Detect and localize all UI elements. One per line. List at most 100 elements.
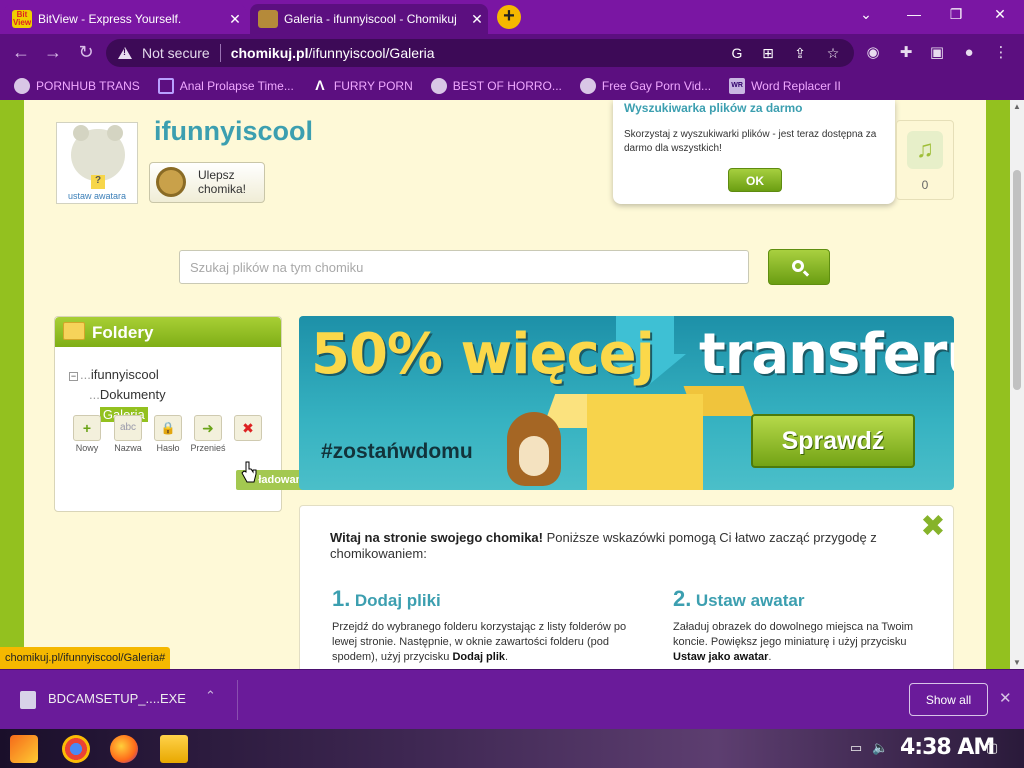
bookmark-item[interactable]: Anal Prolapse Time... bbox=[157, 78, 294, 94]
search-input[interactable] bbox=[179, 250, 749, 284]
bookmark-item[interactable]: BEST OF HORRO... bbox=[430, 78, 562, 94]
tab-chomikuj[interactable]: Galeria - ifunnyiscool - Chomikuj ✕ bbox=[250, 4, 488, 34]
translate-icon[interactable]: ⊞ bbox=[758, 43, 778, 63]
scroll-up-icon[interactable]: ▲ bbox=[1013, 102, 1021, 111]
notification-icon[interactable]: ▢ bbox=[984, 740, 1000, 756]
share-icon[interactable]: ⇪ bbox=[790, 43, 810, 63]
avatar[interactable]: ? ustaw awatara bbox=[56, 122, 138, 204]
close-icon[interactable]: ✕ bbox=[224, 11, 246, 28]
plus-icon: + bbox=[82, 420, 92, 436]
welcome-panel: ✖ Witaj na stronie swojego chomika! Poni… bbox=[299, 505, 954, 669]
upgrade-badge-icon bbox=[156, 167, 186, 197]
popup-body: Skorzystaj z wyszukiwarki plików - jest … bbox=[624, 129, 877, 154]
scrollbar[interactable]: ▲ ▼ bbox=[1010, 100, 1024, 669]
rename-abc-icon: abc bbox=[119, 422, 137, 433]
rename-button[interactable]: abc bbox=[114, 415, 142, 441]
folder-item-dokumenty[interactable]: ...Dokumenty bbox=[69, 385, 166, 405]
file-icon bbox=[20, 691, 36, 709]
close-icon[interactable]: ✖ bbox=[920, 512, 946, 542]
page-content: ? ustaw awatara ifunnyiscool Ulepsz chomi… bbox=[24, 100, 986, 669]
network-icon[interactable]: ▭ bbox=[848, 740, 864, 756]
firefox-icon[interactable] bbox=[110, 735, 138, 763]
delete-x-icon: ✖ bbox=[242, 420, 254, 436]
bookmark-item[interactable]: WR Word Replacer II bbox=[729, 78, 841, 94]
chomikuj-icon bbox=[258, 10, 278, 28]
bookmark-star-icon[interactable]: ☆ bbox=[823, 43, 843, 63]
check-offer-button[interactable]: Sprawdź bbox=[751, 414, 915, 468]
google-icon[interactable]: G bbox=[727, 43, 747, 63]
chevron-up-icon[interactable]: ⌃ bbox=[205, 688, 216, 704]
scrollbar-thumb[interactable] bbox=[1013, 170, 1021, 390]
clock[interactable]: 4:38 AM bbox=[900, 735, 995, 760]
upgrade-button[interactable]: Ulepsz chomika! bbox=[149, 162, 265, 203]
search-icon bbox=[792, 260, 804, 272]
back-icon[interactable]: ← bbox=[10, 42, 32, 64]
tab-strip: Bit View BitView - Express Yourself. ✕ G… bbox=[0, 0, 1024, 34]
url-text: chomikuj.pl/ifunnyiscool/Galeria bbox=[230, 45, 435, 61]
close-icon[interactable]: ✕ bbox=[999, 689, 1012, 707]
banner-headline-right: transferu! bbox=[699, 322, 954, 387]
extensions-puzzle-icon[interactable]: ✚ bbox=[895, 42, 917, 64]
search-promo-popup: Wyszukiwarka plików za darmo Skorzystaj … bbox=[613, 100, 895, 204]
show-all-button[interactable]: Show all bbox=[909, 683, 988, 716]
promo-banner[interactable]: 50% więcej transferu! #zostańwdomu Spraw… bbox=[299, 316, 954, 490]
start-button[interactable] bbox=[10, 735, 38, 763]
side-panel-icon[interactable]: ▣ bbox=[926, 42, 948, 64]
set-avatar-link[interactable]: ustaw awatara bbox=[60, 191, 134, 201]
window-close-icon[interactable]: ✕ bbox=[986, 6, 1014, 23]
divider bbox=[219, 44, 221, 62]
music-stat-box[interactable]: ♫ 0 bbox=[896, 120, 954, 200]
forward-icon[interactable]: → bbox=[42, 42, 64, 64]
restore-icon[interactable]: ❐ bbox=[942, 6, 970, 23]
browser-toolbar: ← → ↻ Not secure chomikuj.pl/ifunnyiscoo… bbox=[0, 34, 1024, 72]
chrome-icon[interactable] bbox=[62, 735, 90, 763]
tab-bitview[interactable]: Bit View BitView - Express Yourself. ✕ bbox=[4, 4, 246, 34]
popup-title: Wyszukiwarka plików za darmo bbox=[624, 101, 803, 115]
scroll-down-icon[interactable]: ▼ bbox=[1013, 658, 1021, 667]
bear-icon bbox=[579, 78, 596, 94]
move-button[interactable]: ➜ bbox=[194, 415, 222, 441]
new-tab-button[interactable]: + bbox=[497, 5, 521, 29]
tool-label: Nazwa bbox=[114, 443, 142, 453]
bookmarks-bar: PORNHUB TRANS Anal Prolapse Time... Λ FUR… bbox=[0, 72, 1024, 100]
new-folder-button[interactable]: + bbox=[73, 415, 101, 441]
welcome-intro: Witaj na stronie swojego chomika! Poniżs… bbox=[330, 530, 877, 561]
upgrade-label: Ulepsz chomika! bbox=[198, 168, 247, 196]
step-add-files: 1. Dodaj pliki Przejdź do wybranego fold… bbox=[332, 586, 627, 663]
tab-title: BitView - Express Yourself. bbox=[38, 12, 182, 26]
lock-icon: 🔒 bbox=[160, 421, 176, 435]
collapse-icon[interactable]: − bbox=[69, 372, 78, 381]
hamster-mascot-icon bbox=[507, 412, 561, 486]
delete-button[interactable]: ✖ bbox=[234, 415, 262, 441]
ok-button[interactable]: OK bbox=[728, 168, 782, 192]
hand-cursor-icon bbox=[241, 461, 257, 483]
extension-avatar-icon[interactable]: ◉ bbox=[862, 42, 884, 64]
page-title: ifunnyiscool bbox=[154, 116, 314, 146]
bitview-icon: Bit View bbox=[12, 10, 32, 28]
globe-icon bbox=[14, 78, 30, 94]
tool-label: Nowy bbox=[75, 443, 99, 453]
bookmark-item[interactable]: Λ FURRY PORN bbox=[312, 78, 413, 94]
arrow-right-icon: ➜ bbox=[202, 420, 214, 436]
hamster-placeholder-icon bbox=[71, 125, 125, 181]
password-button[interactable]: 🔒 bbox=[154, 415, 182, 441]
tab-search-icon[interactable]: ⌄ bbox=[852, 6, 880, 23]
download-shelf: BDCAMSETUP_....EXE ⌃ Show all ✕ bbox=[0, 669, 1024, 729]
search-button[interactable] bbox=[768, 249, 830, 285]
bookmark-item[interactable]: PORNHUB TRANS bbox=[14, 78, 140, 94]
folder-icon bbox=[63, 322, 85, 340]
file-explorer-icon[interactable] bbox=[160, 735, 188, 763]
minimize-icon[interactable]: — bbox=[900, 6, 928, 22]
reload-icon[interactable]: ↻ bbox=[75, 42, 97, 64]
volume-icon[interactable]: 🔈 bbox=[872, 740, 888, 756]
close-icon[interactable]: ✕ bbox=[466, 11, 488, 28]
menu-kebab-icon[interactable]: ⋮ bbox=[990, 42, 1012, 64]
word-replacer-icon: WR bbox=[729, 78, 746, 94]
download-filename[interactable]: BDCAMSETUP_....EXE bbox=[48, 691, 186, 706]
folders-header: Foldery bbox=[55, 317, 281, 347]
tool-label: Hasło bbox=[156, 443, 180, 453]
profile-icon[interactable]: ● bbox=[958, 42, 980, 64]
bookmark-item[interactable]: Free Gay Porn Vid... bbox=[579, 78, 711, 94]
folder-root[interactable]: − ...ifunnyiscool bbox=[69, 365, 166, 385]
bracket-icon bbox=[157, 78, 174, 94]
